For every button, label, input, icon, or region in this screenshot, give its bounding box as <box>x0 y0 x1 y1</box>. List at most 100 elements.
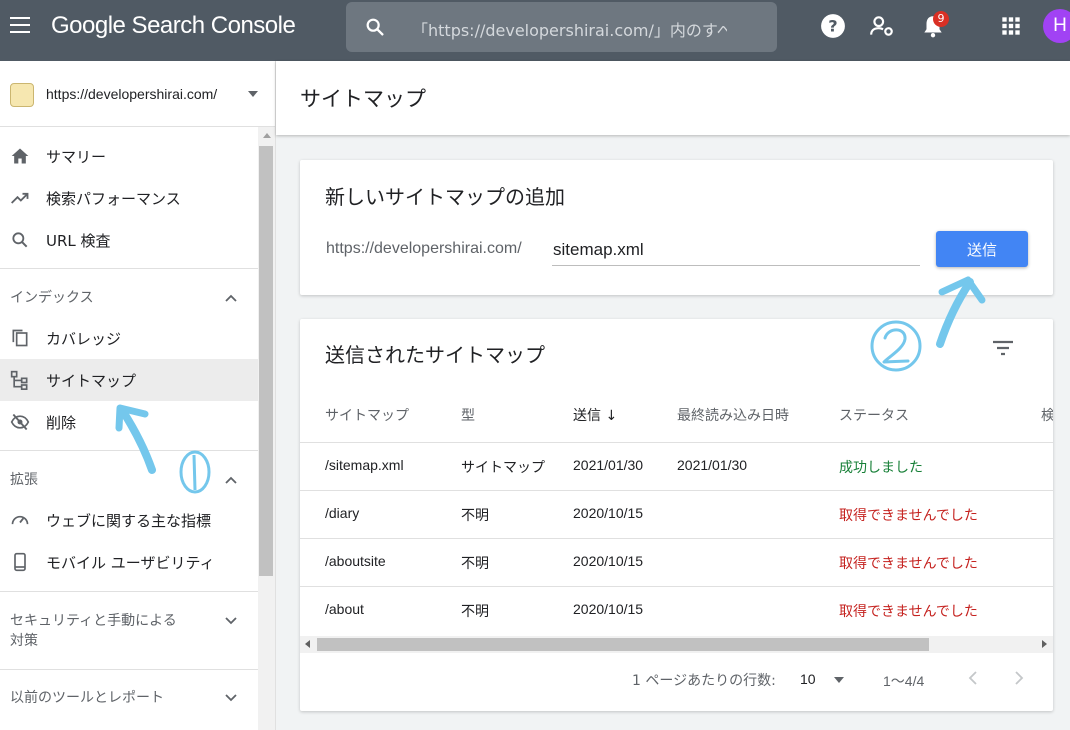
search-icon <box>12 232 28 248</box>
filter-list-icon[interactable] <box>992 340 1014 356</box>
cell-sitemap: /sitemap.xml <box>325 457 404 473</box>
section-header-legacy[interactable]: 以前のツールとレポート <box>10 688 164 708</box>
avatar[interactable]: H <box>1043 9 1070 43</box>
cell-type: 不明 <box>461 603 489 619</box>
table-horizontal-scrollbar[interactable] <box>300 636 1053 653</box>
cell-status: 取得できませんでした <box>839 507 978 523</box>
sidebar-item-sitemaps[interactable]: サイトマップ <box>0 359 258 401</box>
pagination-range: 1〜4/4 <box>883 673 925 689</box>
sitemap-url-input[interactable] <box>552 234 920 266</box>
sidebar-item-removals[interactable]: 削除 <box>0 401 258 443</box>
dropdown-caret-icon <box>248 91 258 97</box>
section-header-index[interactable]: インデックス <box>10 288 94 308</box>
section-header-security[interactable]: セキュリティと手動による対策 <box>10 611 185 651</box>
cell-submitted: 2020/10/15 <box>573 601 644 617</box>
chevron-left-icon[interactable] <box>966 670 980 686</box>
cell-submitted: 2020/10/15 <box>573 553 644 569</box>
cell-sitemap: /about <box>325 601 364 617</box>
search-input[interactable]: 「https://developershirai.com/」内のすべて <box>346 2 777 52</box>
table-row[interactable]: /sitemap.xml サイトマップ 2021/01/30 2021/01/3… <box>300 442 1053 490</box>
add-sitemap-card: 新しいサイトマップの追加 https://developershirai.com… <box>300 160 1053 295</box>
home-icon <box>11 148 29 164</box>
chevron-up-icon[interactable] <box>224 293 238 303</box>
submitted-sitemaps-card: 送信されたサイトマップ サイトマップ 型 送信 ↓ 最終読み込み日時 ステータス… <box>300 319 1053 711</box>
speed-icon <box>11 515 29 525</box>
cell-status: 取得できませんでした <box>839 603 978 619</box>
chevron-right-icon[interactable] <box>1012 670 1026 686</box>
sidebar-item-summary[interactable]: サマリー <box>0 135 258 177</box>
manage-accounts-icon[interactable] <box>869 13 895 39</box>
column-header-last-read[interactable]: 最終読み込み日時 <box>677 405 789 425</box>
rows-per-page-select[interactable]: 10 <box>800 671 816 687</box>
menu-icon[interactable] <box>10 17 32 35</box>
column-header-type[interactable]: 型 <box>461 405 475 425</box>
help-icon[interactable]: ? <box>820 13 846 39</box>
chevron-down-icon[interactable] <box>224 693 238 703</box>
visibility-off-icon <box>10 413 30 431</box>
scroll-up-arrow-icon[interactable] <box>263 133 271 138</box>
chevron-down-icon[interactable] <box>224 616 238 626</box>
cell-sitemap: /aboutsite <box>325 553 386 569</box>
sidebar-item-coverage[interactable]: カバレッジ <box>0 317 258 359</box>
submit-button[interactable]: 送信 <box>936 231 1028 267</box>
page-title: サイトマップ <box>300 87 426 111</box>
dropdown-caret-icon[interactable] <box>834 677 844 683</box>
chevron-up-icon[interactable] <box>224 475 238 485</box>
search-placeholder: 「https://developershirai.com/」内のすべて <box>412 21 727 40</box>
page-header: サイトマップ <box>276 61 1070 135</box>
sidebar-item-label: サマリー <box>46 148 107 166</box>
cell-sitemap: /diary <box>325 505 360 521</box>
table-row[interactable]: /about 不明 2020/10/15 取得できませんでした <box>300 586 1053 634</box>
card-title: 送信されたサイトマップ <box>325 343 545 367</box>
column-header-status[interactable]: ステータス <box>839 405 909 425</box>
scrollbar-thumb[interactable] <box>259 146 273 576</box>
table-row[interactable]: /aboutsite 不明 2020/10/15 取得できませんでした <box>300 538 1053 586</box>
sidebar-item-url-inspection[interactable]: URL 検査 <box>0 219 258 261</box>
top-app-bar: Google Search Console 「https://developer… <box>0 0 1070 61</box>
sidebar-item-label: サイトマップ <box>46 372 137 390</box>
sidebar-divider <box>0 669 258 670</box>
cell-type: 不明 <box>461 555 489 571</box>
sidebar: https://developershirai.com/ サマリー 検索パフォー… <box>0 61 276 730</box>
sidebar-scrollbar[interactable] <box>258 127 275 730</box>
column-header-sitemap[interactable]: サイトマップ <box>325 405 409 425</box>
column-header-truncated[interactable]: 検 <box>1041 405 1053 425</box>
smartphone-icon <box>14 552 26 572</box>
sidebar-item-label: ウェブに関する主な指標 <box>46 512 212 530</box>
sidebar-item-label: URL 検査 <box>46 232 111 250</box>
property-selector[interactable]: https://developershirai.com/ <box>0 61 275 127</box>
cell-type: 不明 <box>461 507 489 523</box>
section-header-enhancements[interactable]: 拡張 <box>10 470 38 490</box>
cell-submitted: 2020/10/15 <box>573 505 644 521</box>
sidebar-divider <box>0 450 258 451</box>
sidebar-item-label: 削除 <box>46 414 77 432</box>
scroll-right-arrow-icon[interactable] <box>1042 640 1047 648</box>
sidebar-divider <box>0 591 258 592</box>
svg-text:?: ? <box>828 16 837 35</box>
column-header-submitted[interactable]: 送信 ↓ <box>573 405 617 425</box>
sidebar-item-mobile-usability[interactable]: モバイル ユーザビリティ <box>0 541 258 583</box>
sidebar-divider <box>0 268 258 269</box>
trending-up-icon <box>11 192 29 204</box>
cell-status: 取得できませんでした <box>839 555 978 571</box>
sidebar-item-core-web-vitals[interactable]: ウェブに関する主な指標 <box>0 499 258 541</box>
scrollbar-thumb[interactable] <box>317 638 929 651</box>
app-title[interactable]: Google Search Console <box>51 12 296 40</box>
cell-type: サイトマップ <box>461 459 545 475</box>
scroll-left-arrow-icon[interactable] <box>305 640 310 648</box>
sitemap-icon <box>10 370 28 390</box>
notification-badge: 9 <box>933 11 949 27</box>
cell-submitted: 2021/01/30 <box>573 457 644 473</box>
sidebar-item-label: 検索パフォーマンス <box>46 190 181 208</box>
rows-per-page-label: 1 ページあたりの行数: <box>632 673 776 689</box>
sitemap-url-prefix: https://developershirai.com/ <box>326 240 522 257</box>
site-favicon-icon <box>10 83 34 107</box>
apps-grid-icon[interactable] <box>998 13 1024 39</box>
table-row[interactable]: /diary 不明 2020/10/15 取得できませんでした <box>300 490 1053 538</box>
search-icon <box>366 18 384 36</box>
card-title: 新しいサイトマップの追加 <box>325 185 565 209</box>
sidebar-item-performance[interactable]: 検索パフォーマンス <box>0 177 258 219</box>
copy-icon <box>12 329 28 347</box>
property-url: https://developershirai.com/ <box>46 86 218 102</box>
sidebar-item-label: モバイル ユーザビリティ <box>46 554 215 572</box>
